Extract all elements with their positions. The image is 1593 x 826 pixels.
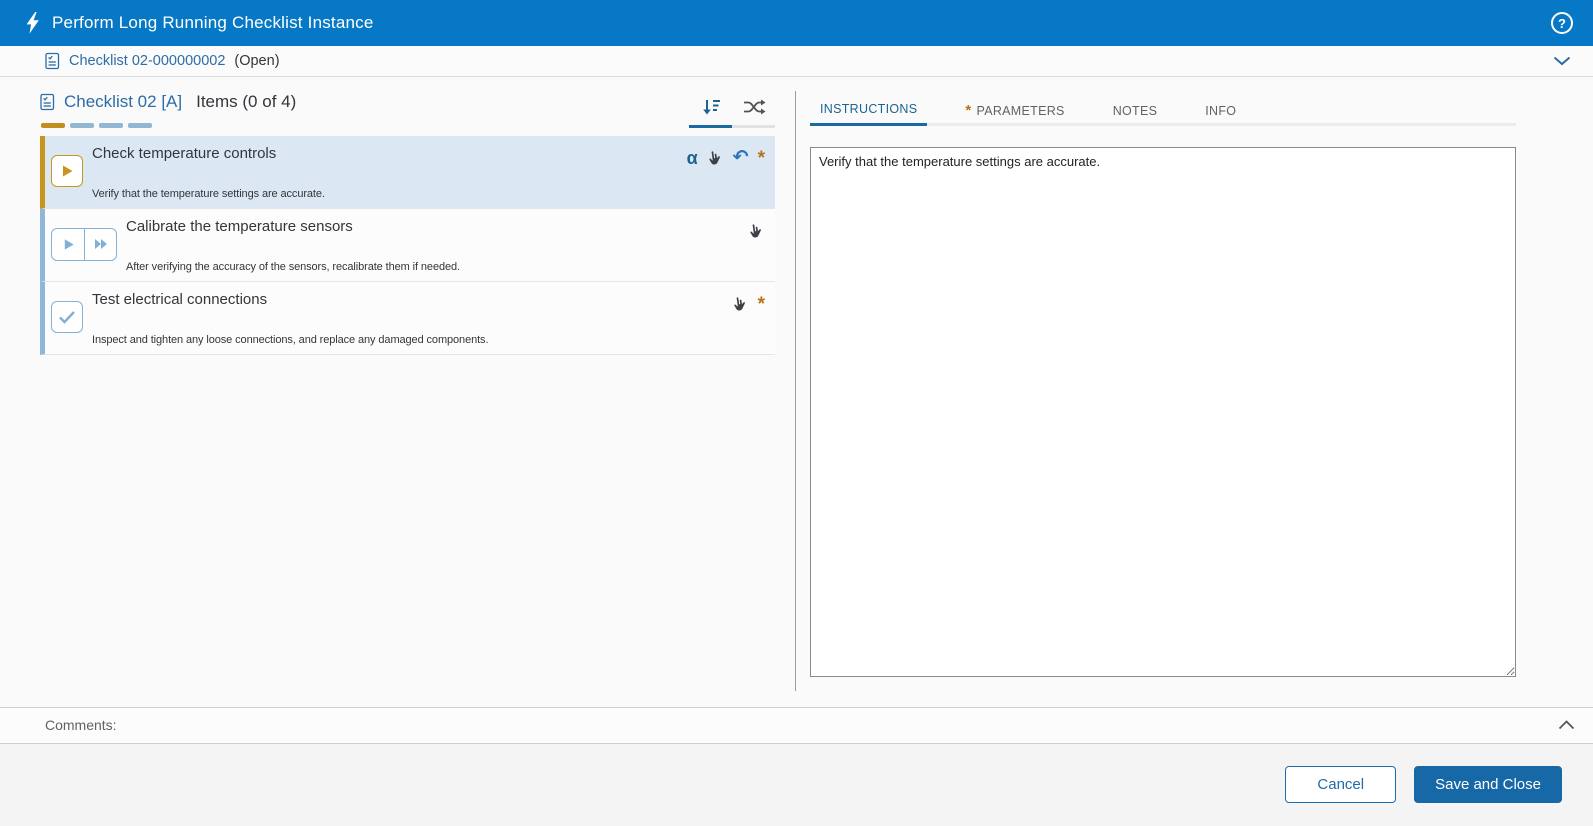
instructions-textarea[interactable]: Verify that the temperature settings are…: [810, 147, 1516, 677]
chevron-up-icon[interactable]: [1554, 718, 1579, 732]
progress-segment: [41, 123, 65, 128]
manual-hand-icon: [707, 149, 724, 167]
checklist-item-row[interactable]: Test electrical connections Inspect and …: [40, 282, 775, 355]
checklist-items-panel: Checklist 02 [A] Items (0 of 4) Check te…: [0, 77, 775, 707]
items-panel-header: Checklist 02 [A] Items (0 of 4): [40, 90, 775, 128]
checklist-item-row[interactable]: Calibrate the temperature sensors After …: [40, 209, 775, 282]
progress-segment: [99, 123, 123, 128]
sort-view-button[interactable]: [689, 88, 732, 128]
item-description: After verifying the accuracy of the sens…: [126, 261, 460, 273]
fast-forward-icon: [93, 237, 109, 251]
checklist-doc-icon: [45, 52, 60, 70]
item-description: Verify that the temperature settings are…: [92, 188, 325, 200]
save-and-close-button[interactable]: Save and Close: [1414, 766, 1562, 804]
required-icon: *: [757, 294, 765, 315]
shuffle-view-button[interactable]: [732, 88, 775, 128]
breadcrumb: Checklist 02-000000002 (Open): [0, 46, 1593, 77]
cancel-button[interactable]: Cancel: [1285, 766, 1397, 804]
footer-action-bar: Cancel Save and Close: [0, 743, 1593, 826]
item-title: Check temperature controls: [92, 145, 277, 162]
item-title: Test electrical connections: [92, 291, 268, 308]
comments-bar: Comments:: [0, 706, 1593, 744]
complete-item-button[interactable]: [51, 301, 83, 333]
item-title: Calibrate the temperature sensors: [126, 218, 353, 235]
tab-parameters[interactable]: * PARAMETERS: [955, 93, 1074, 126]
check-icon: [58, 310, 76, 324]
checklist-instance-link[interactable]: Checklist 02-000000002: [69, 53, 225, 69]
perform-item-button[interactable]: [51, 155, 83, 187]
checklist-title-link[interactable]: Checklist 02 [A]: [64, 92, 182, 112]
tab-info[interactable]: INFO: [1195, 93, 1246, 126]
tab-instructions[interactable]: INSTRUCTIONS: [810, 93, 928, 126]
chevron-down-icon[interactable]: [1547, 54, 1577, 68]
progress-segment: [128, 123, 152, 128]
tab-label: INSTRUCTIONS: [820, 102, 918, 116]
item-description: Inspect and tighten any loose connection…: [92, 334, 489, 346]
items-count: Items (0 of 4): [196, 92, 297, 111]
play-icon: [62, 238, 75, 251]
main-content: Checklist 02 [A] Items (0 of 4) Check te…: [0, 77, 1593, 707]
instance-status: (Open): [234, 53, 280, 69]
help-icon[interactable]: ?: [1551, 12, 1573, 34]
progress-segment: [70, 123, 94, 128]
page-title: Perform Long Running Checklist Instance: [52, 13, 374, 32]
tab-notes[interactable]: NOTES: [1103, 93, 1168, 126]
required-icon: *: [965, 101, 972, 119]
tab-label: NOTES: [1112, 103, 1158, 118]
checklist-item-row[interactable]: Check temperature controls Verify that t…: [40, 136, 775, 209]
app-header: Perform Long Running Checklist Instance …: [0, 0, 1593, 46]
list-view-toggle: [689, 88, 775, 128]
item-detail-panel: INSTRUCTIONS * PARAMETERS NOTES INFO Ver…: [796, 77, 1593, 707]
progress-bar: [41, 123, 775, 128]
manual-hand-icon: [732, 295, 749, 313]
play-icon: [60, 164, 74, 178]
manual-hand-icon: [748, 222, 765, 240]
alpha-value-icon[interactable]: α: [687, 149, 698, 167]
checklist-doc-icon: [40, 93, 55, 111]
required-icon: *: [757, 148, 765, 169]
detail-tabs: INSTRUCTIONS * PARAMETERS NOTES INFO: [810, 77, 1516, 126]
comments-label: Comments:: [45, 717, 117, 733]
app-window: Perform Long Running Checklist Instance …: [0, 0, 1593, 826]
checklist-item-list: Check temperature controls Verify that t…: [40, 136, 775, 355]
undo-icon[interactable]: ↶: [733, 148, 749, 167]
skip-item-button[interactable]: [84, 228, 116, 260]
tab-label: PARAMETERS: [976, 103, 1065, 118]
lightning-icon: [24, 12, 41, 34]
tab-label: INFO: [1205, 103, 1237, 118]
perform-item-button[interactable]: [52, 229, 84, 260]
